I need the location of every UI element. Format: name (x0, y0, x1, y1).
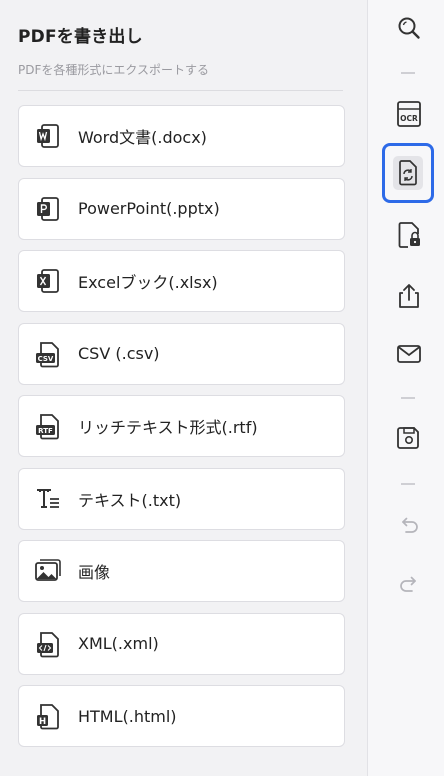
word-icon (33, 121, 63, 151)
redo-button[interactable] (382, 557, 436, 611)
format-item-word[interactable]: Word文書(.docx) (18, 105, 345, 167)
format-item-csv[interactable]: CSV CSV (.csv) (18, 322, 345, 385)
format-item-html[interactable]: H HTML(.html) (18, 685, 345, 747)
export-panel: PDFを書き出し PDFを各種形式にエクスポートする Word文書(.docx)… (0, 0, 366, 776)
csv-icon: CSV (33, 339, 63, 369)
format-item-label: CSV (.csv) (78, 344, 160, 363)
svg-text:H: H (39, 717, 46, 727)
toolbar-divider (401, 72, 415, 74)
format-item-label: Word文書(.docx) (78, 128, 207, 147)
right-toolbar: OCR (367, 0, 444, 776)
format-item-xml[interactable]: XML(.xml) (18, 612, 345, 675)
html-icon: H (33, 701, 63, 731)
format-item-rtf[interactable]: RTF リッチテキスト形式(.rtf) (18, 395, 345, 457)
search-button[interactable] (382, 1, 436, 55)
ocr-button[interactable]: OCR (382, 87, 436, 141)
undo-button[interactable] (382, 498, 436, 552)
save-button[interactable] (382, 411, 436, 465)
redo-icon (397, 572, 421, 596)
mail-icon (395, 340, 423, 368)
panel-subtitle: PDFを各種形式にエクスポートする (18, 63, 210, 77)
panel-title: PDFを書き出し (18, 27, 143, 47)
toolbar-divider (401, 397, 415, 399)
powerpoint-icon (33, 194, 63, 224)
format-item-label: リッチテキスト形式(.rtf) (78, 418, 258, 437)
svg-text:CSV: CSV (38, 355, 54, 363)
svg-text:RTF: RTF (38, 427, 53, 435)
divider (18, 90, 343, 91)
format-item-image[interactable]: 画像 (18, 540, 345, 602)
format-item-excel[interactable]: Excelブック(.xlsx) (18, 250, 345, 312)
ocr-icon: OCR (394, 99, 424, 129)
svg-text:OCR: OCR (400, 114, 418, 123)
format-item-powerpoint[interactable]: PowerPoint(.pptx) (18, 177, 345, 240)
lock-document-icon (394, 220, 424, 250)
share-icon (395, 282, 423, 310)
format-item-label: HTML(.html) (78, 706, 177, 726)
share-button[interactable] (382, 269, 436, 323)
protect-button[interactable] (382, 208, 436, 262)
image-icon (33, 556, 63, 586)
format-item-label: 画像 (78, 563, 111, 582)
text-icon (33, 484, 63, 514)
rtf-icon: RTF (33, 411, 63, 441)
save-icon (395, 424, 423, 452)
format-list: Word文書(.docx) PowerPoint(.pptx) Excelブック… (18, 105, 345, 758)
undo-icon (397, 513, 421, 537)
xml-icon (33, 629, 63, 659)
search-icon (395, 14, 423, 42)
toolbar-divider (401, 483, 415, 485)
format-item-label: Excelブック(.xlsx) (78, 273, 218, 292)
format-item-label: テキスト(.txt) (78, 490, 182, 510)
mail-button[interactable] (382, 327, 436, 381)
format-item-label: XML(.xml) (78, 634, 159, 653)
convert-button[interactable] (382, 143, 434, 203)
excel-icon (33, 266, 63, 296)
convert-icon (393, 156, 423, 190)
format-item-label: PowerPoint(.pptx) (78, 199, 220, 218)
format-item-text[interactable]: テキスト(.txt) (18, 467, 345, 530)
